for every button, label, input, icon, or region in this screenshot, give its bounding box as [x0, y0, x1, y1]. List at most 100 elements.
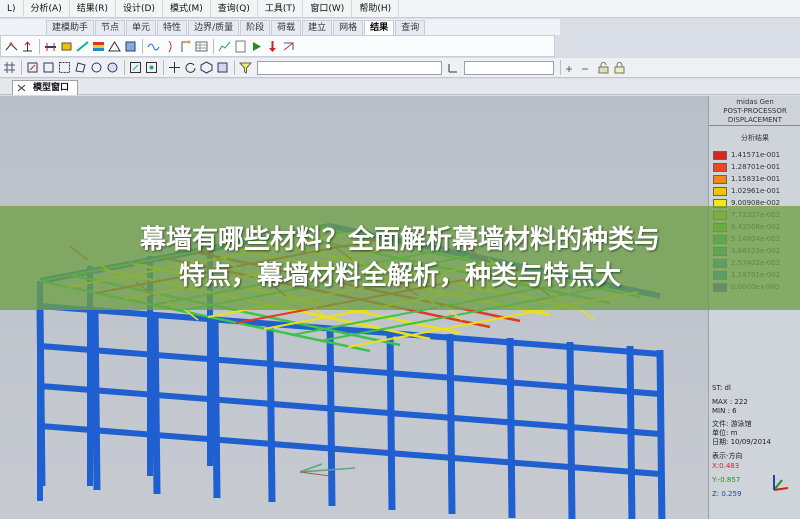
lock-open-icon[interactable]: [596, 60, 611, 75]
zoom-window-icon[interactable]: [128, 60, 143, 75]
menu-item-window[interactable]: 窗口(W): [303, 0, 353, 18]
tab-elements[interactable]: 单元: [126, 20, 157, 35]
legend-file: 文件: 游泳馆: [712, 420, 752, 428]
node-select-icon[interactable]: [25, 60, 40, 75]
tab-results[interactable]: 结果: [364, 20, 395, 35]
tab-mesh[interactable]: 网格: [333, 20, 364, 35]
separator: [163, 60, 164, 75]
activate-icon[interactable]: [564, 60, 579, 75]
window-select-icon[interactable]: [57, 60, 72, 75]
graph-icon[interactable]: [217, 39, 232, 54]
contour-icon[interactable]: [91, 39, 106, 54]
separator: [142, 38, 143, 54]
zoom-fit-icon[interactable]: [144, 60, 159, 75]
displacement-icon[interactable]: [75, 39, 90, 54]
midas-gen-window: L) 分析(A) 结果(R) 设计(D) 模式(M) 查询(Q) 工具(T) 窗…: [0, 0, 800, 519]
legend-max: MAX : 222: [712, 398, 748, 406]
tab-build[interactable]: 建立: [302, 20, 333, 35]
banner-line-2: 特点，幕墙材料全解析，种类与特点大: [178, 261, 621, 291]
menu-item-analysis[interactable]: 分析(A): [24, 0, 70, 18]
select-all-icon[interactable]: [105, 60, 120, 75]
pan-icon[interactable]: [167, 60, 182, 75]
legend-x: X:0.483: [712, 462, 740, 470]
table-icon[interactable]: [194, 39, 209, 54]
view-iso-icon[interactable]: [199, 60, 214, 75]
document-tab-bar: 模型窗口: [0, 79, 800, 95]
legend-value: 1.15831e-001: [731, 175, 781, 183]
legend-swatch: [713, 162, 727, 172]
load-combination-icon[interactable]: [265, 39, 280, 54]
grid-icon[interactable]: [2, 60, 17, 75]
deform-icon[interactable]: [4, 39, 19, 54]
tab-properties[interactable]: 特性: [157, 20, 188, 35]
legend-st: ST: dl: [712, 384, 731, 392]
legend-swatch: [713, 186, 727, 196]
polygon-select-icon[interactable]: [73, 60, 88, 75]
separator: [21, 60, 22, 75]
menu-item-mode[interactable]: 模式(M): [163, 0, 211, 18]
menu-item-design[interactable]: 设计(D): [116, 0, 163, 18]
stress-icon[interactable]: [59, 39, 74, 54]
menu-item-l[interactable]: L): [0, 0, 24, 18]
separator: [234, 60, 235, 75]
tab-query[interactable]: 查询: [395, 20, 426, 35]
legend-swatch: [713, 150, 727, 160]
column: [566, 341, 576, 519]
legend-min: MIN : 6: [712, 407, 737, 415]
separator: [213, 38, 214, 54]
legend-date: 日期: 10/09/2014: [712, 438, 771, 446]
rotate-icon[interactable]: [183, 60, 198, 75]
text-output-icon[interactable]: [233, 39, 248, 54]
beam-force-icon[interactable]: [43, 39, 58, 54]
legend-value: 1.41571e-001: [731, 151, 781, 159]
reaction-icon[interactable]: [20, 39, 35, 54]
ribbon-toolbar: [0, 35, 555, 57]
legend-entry: 1.15831e-001: [713, 174, 780, 184]
menu-bar: L) 分析(A) 结果(R) 设计(D) 模式(M) 查询(Q) 工具(T) 窗…: [0, 0, 800, 18]
tab-nodes[interactable]: 节点: [95, 20, 126, 35]
mode-shape-icon[interactable]: [146, 39, 161, 54]
lock-icon[interactable]: [612, 60, 627, 75]
axis-glyph: [299, 463, 356, 477]
buckling-icon[interactable]: [162, 39, 177, 54]
column: [151, 313, 161, 495]
animation-icon[interactable]: [249, 39, 264, 54]
filter-icon[interactable]: [238, 60, 253, 75]
beam: [39, 383, 661, 437]
column: [656, 349, 666, 519]
model-window-tab-label: 模型窗口: [33, 83, 70, 93]
menu-item-tools[interactable]: 工具(T): [258, 0, 304, 18]
view-top-icon[interactable]: [215, 60, 230, 75]
story-drift-icon[interactable]: [178, 39, 193, 54]
column: [91, 309, 101, 491]
legend-y: Y:-0.857: [712, 476, 741, 484]
legend-title-2: POST-PROCESSOR: [723, 107, 787, 115]
ribbon-tabs: 建模助手 节点 单元 特性 边界/质量 阶段 荷载 建立 网格 结果 查询: [0, 19, 560, 35]
tab-modeling-assistant[interactable]: 建模助手: [46, 20, 95, 35]
legend-z: Z: 0.259: [712, 490, 742, 498]
legend-title-3: DISPLACEMENT: [709, 116, 800, 126]
coordinate-axis-icon[interactable]: [445, 60, 460, 75]
legend-value: 1.28701e-001: [731, 163, 781, 171]
banner-line-1: 幕墙有哪些材料？全面解析幕墙材料的种类与: [139, 225, 660, 255]
menu-item-query[interactable]: 查询(Q): [211, 0, 258, 18]
unit-dropdown[interactable]: [464, 60, 554, 75]
legend-entry: 1.28701e-001: [713, 162, 780, 172]
element-select-icon[interactable]: [41, 60, 56, 75]
tab-boundary-mass[interactable]: 边界/质量: [188, 20, 240, 35]
unselect-icon[interactable]: [89, 60, 104, 75]
truss-force-icon[interactable]: [107, 39, 122, 54]
section-cut-icon[interactable]: [281, 39, 296, 54]
menu-item-help[interactable]: 帮助(H): [352, 0, 400, 18]
tab-loads[interactable]: 荷载: [271, 20, 302, 35]
tab-stages[interactable]: 阶段: [240, 20, 271, 35]
legend-entry: 1.02961e-001: [713, 186, 780, 196]
model-window-tab[interactable]: 模型窗口: [12, 80, 79, 95]
plate-force-icon[interactable]: [123, 39, 138, 54]
legend-view: 表示-方向: [712, 452, 743, 460]
selection-dropdown[interactable]: [257, 60, 442, 75]
menu-item-results[interactable]: 结果(R): [70, 0, 116, 18]
separator: [560, 60, 561, 75]
title-banner: 幕墙有哪些材料？全面解析幕墙材料的种类与 特点，幕墙材料全解析，种类与特点大: [0, 206, 800, 310]
inactivate-icon[interactable]: [580, 60, 595, 75]
